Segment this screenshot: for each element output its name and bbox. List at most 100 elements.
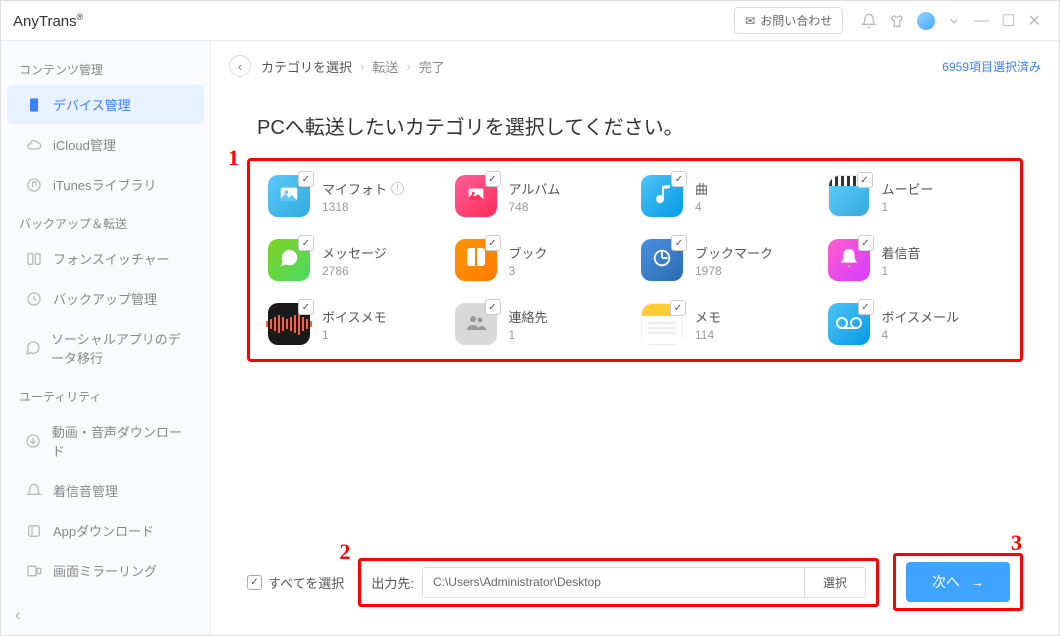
category-label: ブック — [509, 243, 548, 262]
sidebar-item-itunes[interactable]: iTunesライブラリ — [7, 165, 204, 204]
sidebar-item-label: 着信音管理 — [53, 481, 118, 500]
sidebar-item-label: 画面ミラーリング — [53, 561, 157, 580]
annotation-2: 2 — [339, 539, 350, 565]
maximize-icon[interactable]: ☐ — [1001, 11, 1015, 31]
check-icon: ✓ — [670, 300, 686, 316]
check-icon: ✓ — [857, 172, 873, 188]
info-icon[interactable]: ! — [391, 182, 404, 195]
bell-icon[interactable] — [861, 13, 877, 29]
sidebar-item-label: フォンスイッチャー — [53, 249, 170, 268]
titlebar: AnyTrans® ✉ お問い合わせ — ☐ ✕ — [1, 1, 1059, 41]
output-label: 出力先: — [371, 573, 414, 592]
check-icon: ✓ — [858, 299, 874, 315]
sidebar-section-content: コンテンツ管理 — [1, 51, 210, 84]
sidebar-item-ringtonemgr[interactable]: 着信音管理 — [7, 471, 204, 510]
sidebar-item-screenmirror[interactable]: 画面ミラーリング — [7, 551, 204, 590]
category-count: 1 — [882, 264, 921, 278]
footer-bar: ✓ すべてを選択 2 出力先: 選択 3 次へ → — [211, 535, 1059, 635]
category-ringtones[interactable]: ✓着信音1 — [828, 239, 1003, 281]
download-icon — [25, 432, 42, 450]
next-label: 次へ — [932, 572, 960, 592]
sidebar-item-phoneswitch[interactable]: フォンスイッチャー — [7, 239, 204, 278]
sidebar-item-label: iTunesライブラリ — [53, 175, 157, 194]
category-messages[interactable]: ✓メッセージ2786 — [268, 239, 443, 281]
albums-icon: ✓ — [455, 175, 497, 217]
category-label: アルバム — [509, 179, 561, 198]
category-count: 748 — [509, 200, 561, 214]
sidebar: コンテンツ管理 デバイス管理 iCloud管理 iTunesライブラリ バックア… — [1, 41, 211, 635]
category-albums[interactable]: ✓ アルバム 748 — [455, 175, 630, 217]
category-books[interactable]: ✓ ブック 3 — [455, 239, 630, 281]
category-count: 1 — [322, 328, 387, 342]
category-contacts[interactable]: ✓連絡先1 — [455, 303, 630, 345]
category-bookmarks[interactable]: ✓ブックマーク1978 — [641, 239, 816, 281]
sidebar-item-socialapp[interactable]: ソーシャルアプリのデータ移行 — [7, 319, 204, 377]
output-path-box: 2 出力先: 選択 — [358, 558, 879, 607]
breadcrumb-step1[interactable]: カテゴリを選択 — [261, 57, 352, 76]
check-icon: ✓ — [485, 171, 501, 187]
category-voicemail[interactable]: ✓ボイスメール4 — [828, 303, 1003, 345]
minimize-icon[interactable]: — — [973, 12, 989, 30]
category-count: 4 — [882, 328, 960, 342]
photos-icon: ✓ — [268, 175, 310, 217]
sidebar-item-mediadownload[interactable]: 動画・音声ダウンロード — [7, 412, 204, 470]
category-count: 3 — [509, 264, 548, 278]
category-movies[interactable]: ✓ ムービー 1 — [828, 175, 1003, 217]
category-photos[interactable]: ✓マイフォト !1318 — [268, 175, 443, 217]
annotation-3: 3 — [1011, 530, 1022, 556]
arrow-right-icon: → — [970, 574, 984, 590]
app-title: AnyTrans® — [13, 12, 83, 30]
bookmarks-icon: ✓ — [641, 239, 683, 281]
books-icon: ✓ — [455, 239, 497, 281]
voicememo-icon: ✓ — [268, 303, 310, 345]
output-path-input[interactable] — [423, 568, 804, 597]
category-label: ムービー — [882, 179, 934, 198]
check-icon: ✓ — [247, 575, 262, 590]
avatar[interactable] — [917, 12, 935, 30]
close-icon[interactable]: ✕ — [1028, 11, 1041, 31]
check-icon: ✓ — [298, 171, 314, 187]
music-note-icon — [25, 176, 43, 194]
category-voicememo[interactable]: ✓ボイスメモ1 — [268, 303, 443, 345]
sidebar-item-label: ソーシャルアプリのデータ移行 — [51, 329, 186, 367]
history-icon — [25, 290, 43, 308]
sidebar-item-appdownload[interactable]: Appダウンロード — [7, 511, 204, 550]
category-label: 連絡先 — [509, 307, 548, 326]
sidebar-item-icloud[interactable]: iCloud管理 — [7, 125, 204, 164]
check-icon: ✓ — [858, 235, 874, 251]
next-button[interactable]: 次へ → — [906, 562, 1010, 602]
contacts-icon: ✓ — [455, 303, 497, 345]
breadcrumb-step2: 転送 — [372, 57, 398, 76]
sidebar-item-label: デバイス管理 — [53, 95, 131, 114]
back-button[interactable]: ‹ — [229, 55, 251, 77]
notes-icon: ✓ — [641, 303, 683, 345]
switch-icon — [25, 250, 43, 268]
mail-icon: ✉ — [745, 14, 755, 28]
select-all-checkbox[interactable]: ✓ すべてを選択 — [247, 573, 344, 592]
category-label: ボイスメール — [882, 307, 960, 326]
music-icon: ✓ — [641, 175, 683, 217]
check-icon: ✓ — [671, 171, 687, 187]
next-button-wrap: 3 次へ → — [893, 553, 1023, 611]
check-icon: ✓ — [485, 299, 501, 315]
contact-button[interactable]: ✉ お問い合わせ — [734, 7, 843, 34]
category-count: 1 — [882, 200, 934, 214]
chat-icon — [25, 339, 41, 357]
tshirt-icon[interactable] — [889, 13, 905, 29]
sidebar-item-backupmgr[interactable]: バックアップ管理 — [7, 279, 204, 318]
sidebar-collapse-button[interactable]: ‹ — [15, 607, 20, 625]
check-icon: ✓ — [298, 235, 314, 251]
mirror-icon — [25, 562, 43, 580]
category-label: 着信音 — [882, 243, 921, 262]
chevron-down-icon[interactable] — [947, 14, 961, 28]
app-icon — [25, 522, 43, 540]
messages-icon: ✓ — [268, 239, 310, 281]
page-heading: PCへ転送したいカテゴリを選択してください。 — [247, 111, 1023, 140]
phone-icon — [25, 96, 43, 114]
category-notes[interactable]: ✓メモ114 — [641, 303, 816, 345]
browse-button[interactable]: 選択 — [804, 568, 865, 597]
sidebar-item-label: バックアップ管理 — [53, 289, 157, 308]
sidebar-item-device[interactable]: デバイス管理 — [7, 85, 204, 124]
category-music[interactable]: ✓曲4 — [641, 175, 816, 217]
category-label: 曲 — [695, 179, 708, 198]
